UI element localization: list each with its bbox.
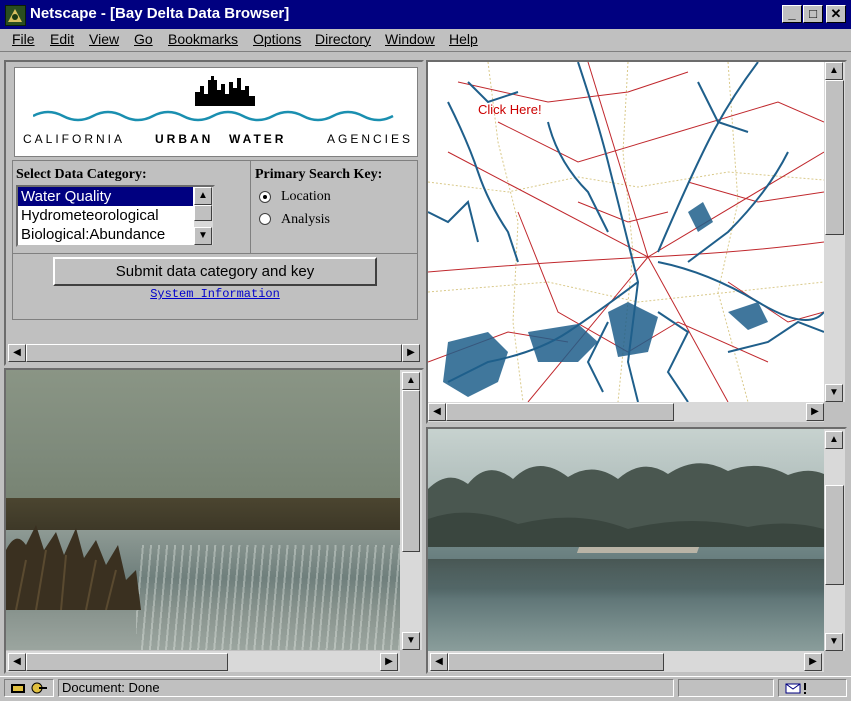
sandbar: [576, 547, 700, 553]
system-information-link[interactable]: System Information: [13, 287, 417, 301]
scroll-down-icon[interactable]: ▼: [402, 632, 420, 650]
scroll-right-icon[interactable]: ▶: [806, 403, 824, 421]
map-hscroll-thumb[interactable]: [446, 403, 674, 421]
menu-bar: File Edit View Go Bookmarks Options Dire…: [0, 29, 851, 52]
river-vscroll-thumb[interactable]: [825, 485, 844, 585]
controls-hscroll-thumb[interactable]: [26, 344, 402, 362]
river-photo: [428, 429, 824, 651]
scroll-left-icon[interactable]: ◀: [428, 403, 446, 421]
scroll-up-icon[interactable]: ▲: [825, 62, 843, 80]
maximize-button[interactable]: □: [803, 5, 823, 23]
form-divider-horizontal: [13, 253, 417, 254]
progress-cell: [678, 679, 774, 697]
menu-view[interactable]: View: [89, 31, 119, 47]
minimize-button[interactable]: _: [782, 5, 802, 23]
menu-options[interactable]: Options: [253, 31, 301, 47]
map-hscrollbar[interactable]: ◀ ▶: [428, 402, 824, 422]
category-option[interactable]: Biological:Abundance: [21, 225, 165, 244]
scroll-left-icon[interactable]: ◀: [8, 344, 26, 362]
marsh-scroll-corner: [400, 651, 422, 672]
tree-line: [428, 463, 824, 559]
category-heading: Select Data Category:: [16, 167, 147, 182]
water-glints: [136, 545, 400, 650]
radio-selected-dot: [263, 195, 267, 199]
window-title: Netscape - [Bay Delta Data Browser]: [30, 5, 290, 22]
scroll-down-icon[interactable]: ▼: [825, 633, 843, 651]
banner-word-california: CALIFORNIA: [23, 132, 126, 146]
listbox-scroll-thumb[interactable]: [194, 205, 212, 221]
status-bar: Document: Done: [0, 676, 851, 700]
scroll-right-icon[interactable]: ▶: [402, 344, 420, 362]
marsh-hscroll-thumb[interactable]: [26, 653, 228, 671]
search-form: Select Data Category: Water Quality Hydr…: [12, 160, 418, 320]
title-bar[interactable]: Netscape - [Bay Delta Data Browser] _ □ …: [0, 0, 851, 29]
mail-indicator-cell: [778, 679, 847, 697]
marsh-photo-frame: ▲ ▼ ◀ ▶: [4, 368, 424, 674]
scroll-right-icon[interactable]: ▶: [804, 653, 822, 671]
scroll-down-icon[interactable]: ▼: [825, 384, 843, 402]
submit-button[interactable]: Submit data category and key: [53, 257, 377, 286]
scroll-up-icon[interactable]: ▲: [194, 187, 212, 205]
river-photo-frame: ▲ ▼ ◀ ▶: [426, 427, 847, 674]
category-listbox[interactable]: Water Quality Hydrometeorological Biolog…: [16, 185, 215, 247]
menu-edit[interactable]: Edit: [50, 31, 74, 47]
map-vscrollbar[interactable]: ▲ ▼: [824, 62, 845, 402]
scroll-left-icon[interactable]: ◀: [430, 653, 448, 671]
delta-map[interactable]: Click Here!: [428, 62, 824, 402]
city-skyline-icon: [195, 76, 255, 106]
banner-word-agencies: AGENCIES: [327, 132, 414, 146]
radio-location-label[interactable]: Location: [281, 189, 331, 205]
form-divider: [250, 161, 251, 253]
river-vscrollbar[interactable]: ▲ ▼: [824, 429, 845, 651]
menu-file[interactable]: File: [12, 31, 35, 47]
status-text-cell: Document: Done: [58, 679, 674, 697]
controls-frame: CALIFORNIA URBAN WATER AGENCIES Select D…: [4, 60, 424, 366]
banner-word-urban: URBAN: [155, 132, 214, 146]
scroll-up-icon[interactable]: ▲: [825, 431, 843, 449]
netscape-app-icon[interactable]: [5, 5, 26, 26]
close-button[interactable]: ✕: [826, 5, 846, 23]
category-option-selected[interactable]: Water Quality: [18, 187, 193, 206]
close-icon: ✕: [830, 6, 842, 21]
search-key-heading: Primary Search Key:: [255, 167, 383, 182]
river-hscrollbar[interactable]: ◀ ▶: [428, 651, 824, 672]
radio-analysis[interactable]: [259, 213, 271, 225]
marsh-photo: [6, 370, 400, 650]
listbox-scrollbar[interactable]: ▲ ▼: [194, 187, 213, 245]
agency-banner: CALIFORNIA URBAN WATER AGENCIES: [14, 67, 418, 157]
menu-directory[interactable]: Directory: [315, 31, 371, 47]
marsh-vscroll-thumb[interactable]: [402, 390, 420, 552]
scroll-left-icon[interactable]: ◀: [8, 653, 26, 671]
map-scroll-corner: [824, 402, 845, 422]
marsh-hscrollbar[interactable]: ◀ ▶: [6, 651, 400, 672]
sky: [6, 370, 400, 510]
water-wave-icon: [33, 110, 394, 122]
menu-help[interactable]: Help: [449, 31, 478, 47]
map-vscroll-thumb[interactable]: [825, 80, 844, 235]
security-key-icon: [11, 682, 47, 694]
radio-analysis-label[interactable]: Analysis: [281, 212, 330, 228]
banner-word-water: WATER: [229, 132, 287, 146]
map-frame: Click Here! ▲ ▼ ◀ ▶: [426, 60, 847, 424]
reed-clump: [6, 525, 141, 610]
mail-icon[interactable]: [785, 682, 809, 695]
scroll-up-icon[interactable]: ▲: [402, 372, 420, 390]
marsh-vscrollbar[interactable]: ▲ ▼: [400, 370, 422, 650]
river-hscroll-thumb[interactable]: [448, 653, 664, 671]
status-text: Document: Done: [62, 680, 160, 695]
security-indicator[interactable]: [4, 679, 54, 697]
menu-go[interactable]: Go: [134, 31, 153, 47]
minimize-icon: _: [788, 6, 796, 21]
menu-bookmarks[interactable]: Bookmarks: [168, 31, 238, 47]
maximize-icon: □: [809, 6, 817, 21]
scroll-right-icon[interactable]: ▶: [380, 653, 398, 671]
river-scroll-corner: [824, 651, 845, 672]
scroll-down-icon[interactable]: ▼: [194, 227, 212, 245]
category-option[interactable]: Hydrometeorological: [21, 206, 159, 225]
menu-window[interactable]: Window: [385, 31, 435, 47]
map-click-hint[interactable]: Click Here!: [478, 102, 542, 117]
water-reflection: [428, 559, 824, 599]
radio-location[interactable]: [259, 191, 271, 203]
controls-hscrollbar[interactable]: ◀ ▶: [6, 342, 422, 364]
